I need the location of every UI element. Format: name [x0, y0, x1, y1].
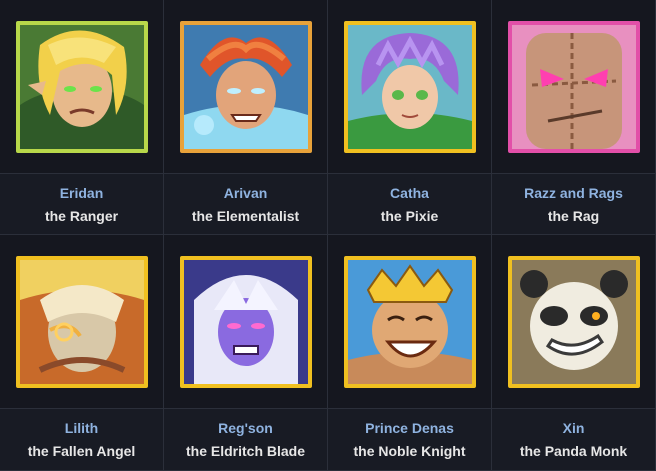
hero-title: the Rag	[547, 207, 600, 224]
regson-portrait-icon[interactable]	[179, 255, 312, 388]
hero-card-xin[interactable]	[492, 235, 656, 409]
hero-label-lilith: Lilith the Fallen Angel	[0, 409, 164, 471]
hero-label-catha: Catha the Pixie	[328, 174, 492, 235]
hero-title: the Ranger	[44, 207, 119, 224]
razz-and-rags-portrait-icon[interactable]	[507, 20, 640, 153]
hero-title: the Panda Monk	[519, 443, 628, 459]
hero-card-razz-and-rags[interactable]	[492, 0, 656, 174]
hero-name[interactable]: Arivan	[224, 185, 268, 201]
xin-portrait-icon[interactable]	[507, 255, 640, 388]
arivan-portrait-icon[interactable]	[179, 20, 312, 153]
hero-label-prince-denas: Prince Denas the Noble Knight	[328, 409, 492, 471]
hero-title: the Eldritch Blade	[185, 443, 306, 459]
catha-portrait-icon[interactable]	[343, 20, 476, 153]
hero-name[interactable]: Xin	[563, 420, 585, 436]
hero-grid: Eridan the Ranger Arivan the Elementalis…	[0, 0, 656, 471]
hero-card-arivan[interactable]	[164, 0, 328, 174]
hero-title: the Fallen Angel	[27, 443, 136, 459]
hero-name[interactable]: Prince Denas	[365, 420, 454, 436]
hero-label-arivan: Arivan the Elementalist	[164, 174, 328, 235]
hero-label-regson: Reg'son the Eldritch Blade	[164, 409, 328, 471]
hero-title: the Noble Knight	[353, 443, 466, 459]
hero-card-prince-denas[interactable]	[328, 235, 492, 409]
hero-name[interactable]: Catha	[390, 185, 429, 201]
lilith-portrait-icon[interactable]	[15, 255, 148, 388]
eridan-portrait-icon[interactable]	[15, 20, 148, 153]
hero-name[interactable]: Eridan	[60, 185, 104, 201]
hero-name[interactable]: Lilith	[65, 420, 98, 436]
hero-card-catha[interactable]	[328, 0, 492, 174]
hero-name[interactable]: Reg'son	[218, 420, 273, 436]
hero-name[interactable]: Razz and Rags	[524, 185, 623, 201]
hero-card-lilith[interactable]	[0, 235, 164, 409]
hero-card-regson[interactable]	[164, 235, 328, 409]
hero-label-xin: Xin the Panda Monk	[492, 409, 656, 471]
hero-title: the Pixie	[380, 207, 439, 224]
hero-label-razz-and-rags: Razz and Rags the Rag	[492, 174, 656, 235]
hero-title: the Elementalist	[191, 207, 300, 224]
hero-card-eridan[interactable]	[0, 0, 164, 174]
hero-label-eridan: Eridan the Ranger	[0, 174, 164, 235]
prince-denas-portrait-icon[interactable]	[343, 255, 476, 388]
